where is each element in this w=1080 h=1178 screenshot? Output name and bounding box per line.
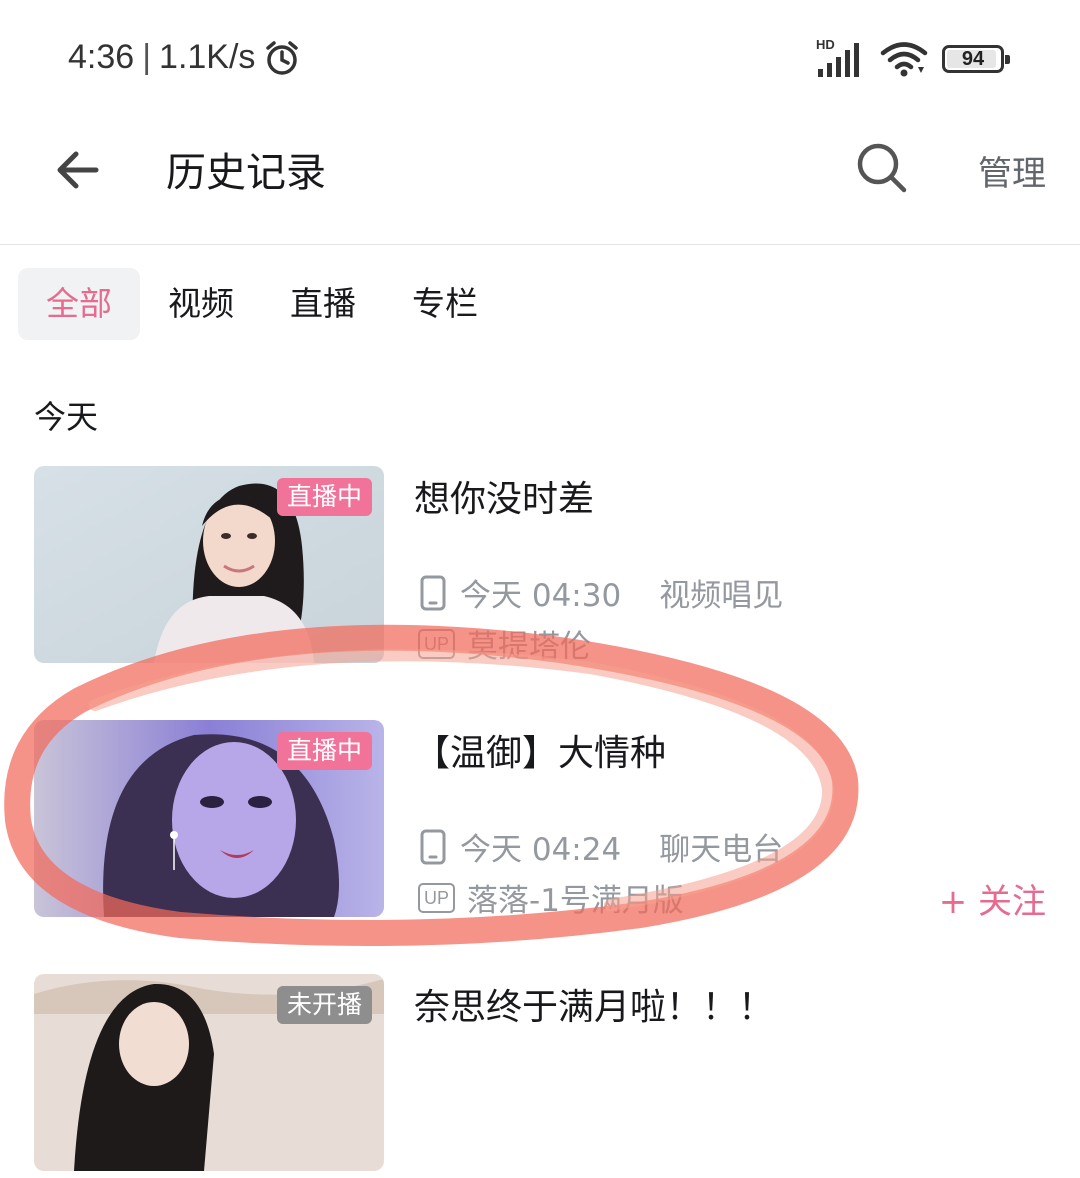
offline-badge: 未开播 — [276, 986, 372, 1024]
video-thumbnail[interactable]: 未开播 — [34, 974, 384, 1171]
up-icon: UP — [418, 882, 456, 913]
status-time: 4:36 — [68, 38, 135, 76]
video-thumbnail[interactable]: 直播中 — [34, 466, 384, 663]
live-badge: 直播中 — [276, 732, 372, 770]
page-title: 历史记录 — [166, 150, 326, 196]
status-bar: 4:36 | 1.1K/s HD 94 — [0, 0, 1080, 110]
follow-button[interactable]: + 关注 — [939, 874, 1046, 923]
signal-icon: HD — [816, 37, 866, 77]
item-meta-uploader: UP 莫提塔伦 — [418, 621, 591, 666]
history-item[interactable]: 直播中 想你没时差 今天 04:30 视频唱见 UP 莫提塔伦 — [0, 466, 1080, 670]
live-category: 聊天电台 — [659, 832, 784, 868]
section-header-today: 今天 — [34, 398, 99, 436]
watch-time: 今天 04:30 — [460, 578, 622, 614]
battery-icon: 94 — [942, 45, 1010, 73]
battery-nub — [1005, 55, 1010, 64]
tab-live[interactable]: 直播 — [262, 268, 384, 340]
tab-all[interactable]: 全部 — [18, 268, 140, 340]
history-item[interactable]: 未开播 奈思终于满月啦！！！ — [0, 974, 1080, 1178]
network-speed: 1.1K/s — [159, 38, 256, 76]
item-meta-time: 今天 04:30 视频唱见 — [418, 570, 783, 615]
app-header: 历史记录 管理 — [0, 110, 1080, 245]
status-right: HD 94 — [816, 37, 1010, 78]
live-category: 视频唱见 — [659, 578, 784, 614]
manage-button[interactable]: 管理 — [978, 146, 1046, 195]
video-thumbnail[interactable]: 直播中 — [34, 720, 384, 917]
battery-level: 94 — [961, 47, 985, 70]
item-title[interactable]: 【温御】大情种 — [414, 724, 666, 776]
item-title[interactable]: 想你没时差 — [414, 470, 594, 522]
search-icon[interactable] — [852, 138, 912, 198]
alarm-icon — [266, 40, 299, 75]
watch-time: 今天 04:24 — [460, 832, 622, 868]
wifi-icon — [880, 42, 928, 77]
up-icon: UP — [418, 628, 456, 659]
item-title[interactable]: 奈思终于满月啦！！！ — [414, 978, 774, 1030]
live-badge: 直播中 — [276, 478, 372, 516]
status-left: 4:36 | 1.1K/s — [68, 38, 301, 77]
phone-icon — [420, 575, 446, 610]
item-meta-uploader: UP 落落-1号满月版 — [418, 875, 684, 920]
history-item[interactable]: 直播中 【温御】大情种 今天 04:24 聊天电台 UP 落落-1号满月版 — [0, 720, 1080, 924]
back-arrow-icon[interactable] — [50, 142, 106, 198]
filter-tabs: 全部 视频 直播 专栏 — [18, 268, 506, 340]
item-meta-time: 今天 04:24 聊天电台 — [418, 824, 783, 869]
uploader-name[interactable]: 落落-1号满月版 — [467, 875, 684, 920]
tab-video[interactable]: 视频 — [140, 268, 262, 340]
status-divider: | — [142, 38, 152, 76]
phone-icon — [420, 829, 446, 864]
tab-column[interactable]: 专栏 — [384, 268, 506, 340]
uploader-name[interactable]: 莫提塔伦 — [467, 621, 591, 666]
